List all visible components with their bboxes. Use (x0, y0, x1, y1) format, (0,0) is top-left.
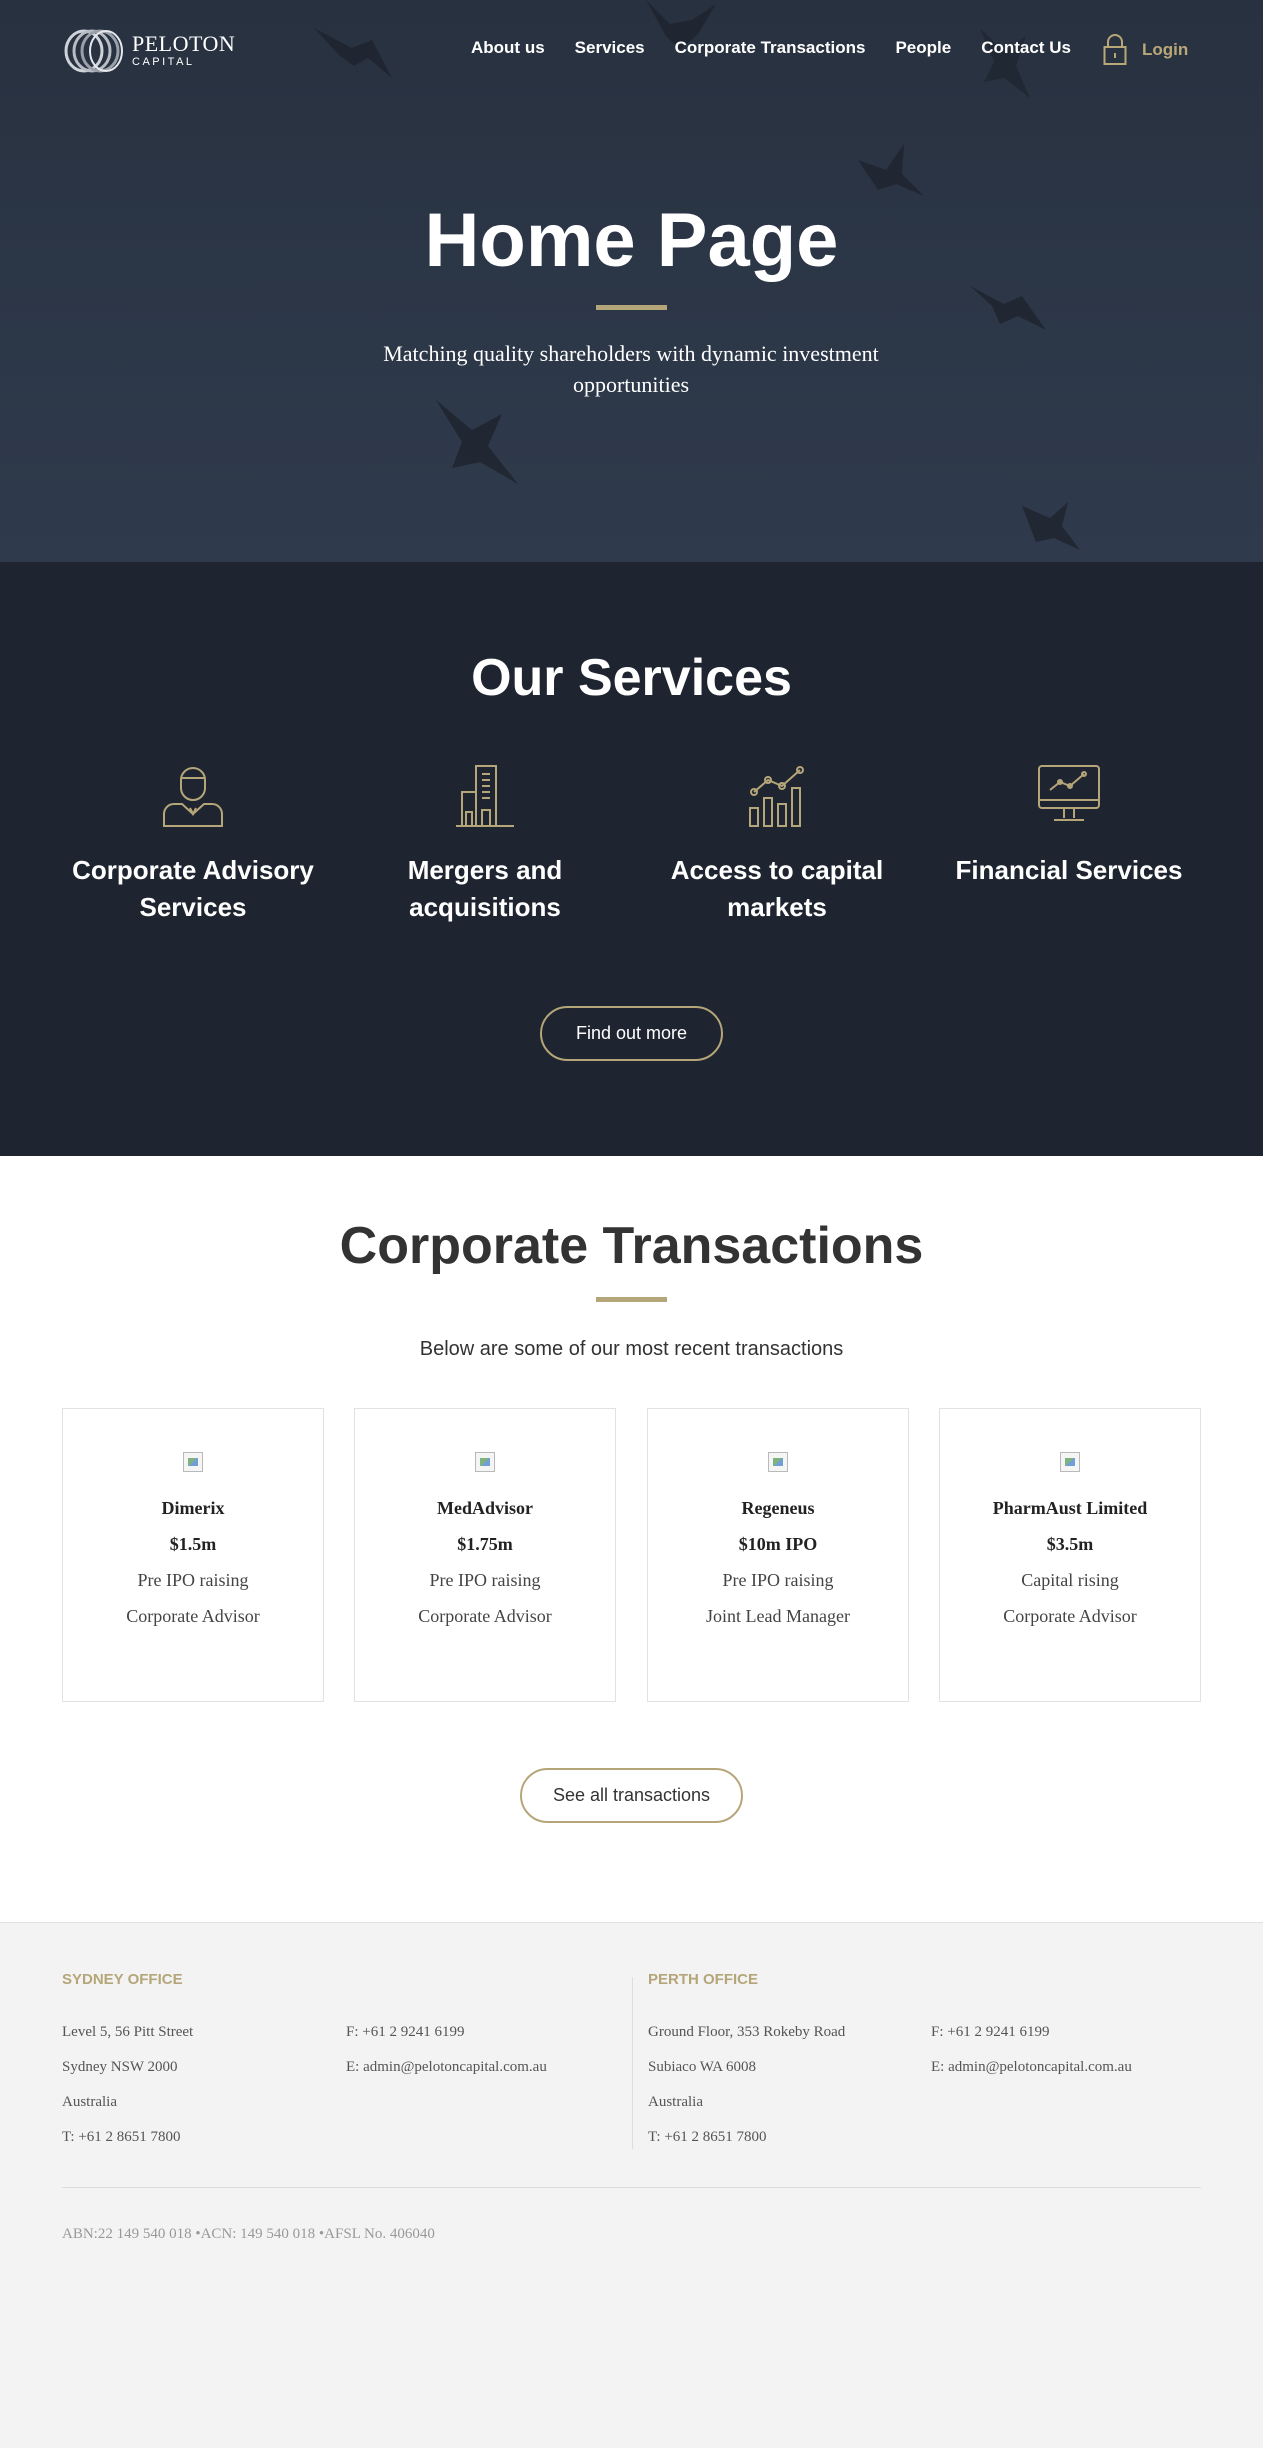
transaction-card[interactable]: Regeneus $10m IPO Pre IPO raising Joint … (647, 1408, 909, 1702)
transaction-amount: $10m IPO (738, 1534, 818, 1554)
transaction-amount: $1.5m (169, 1534, 217, 1554)
transaction-card[interactable]: PharmAust Limited $3.5m Capital rising C… (939, 1408, 1201, 1702)
service-corporate-advisory[interactable]: Corporate Advisory Services (48, 762, 338, 926)
logo-brand: PELOTON (132, 31, 236, 56)
top-navigation: PELOTON CAPITAL About us Services Corpor… (0, 0, 1263, 100)
sydney-address-line: Sydney NSW 2000 (62, 2059, 178, 2075)
broken-image-icon (183, 1452, 203, 1472)
sydney-address-line: Australia (62, 2094, 117, 2110)
advisor-icon (163, 767, 223, 827)
sydney-phone: T: +61 2 8651 7800 (62, 2129, 181, 2145)
services-heading: Our Services (471, 649, 792, 707)
nav-services[interactable]: Services (575, 38, 645, 58)
chart-icon (749, 766, 804, 827)
title-divider (596, 305, 667, 310)
perth-address-line: Australia (648, 2094, 703, 2110)
transaction-role: Joint Lead Manager (706, 1606, 850, 1626)
lock-icon (1103, 34, 1127, 65)
bird-icon (858, 144, 924, 196)
broken-image-icon (475, 1452, 495, 1472)
nav-contact-us[interactable]: Contact Us (981, 38, 1071, 58)
sydney-office-heading: SYDNEY OFFICE (62, 1971, 183, 1988)
perth-address-line: Subiaco WA 6008 (648, 2059, 757, 2075)
transaction-type: Pre IPO raising (137, 1570, 249, 1590)
broken-image-icon (768, 1452, 788, 1472)
perth-office-heading: PERTH OFFICE (648, 1971, 759, 1988)
transaction-amount: $3.5m (1046, 1534, 1094, 1554)
transactions-heading: Corporate Transactions (339, 1217, 924, 1275)
transaction-card[interactable]: Dimerix $1.5m Pre IPO raising Corporate … (62, 1408, 324, 1702)
service-mergers[interactable]: Mergers and acquisitions (340, 762, 630, 926)
broken-image-icon (1060, 1452, 1080, 1472)
nav-corporate-transactions[interactable]: Corporate Transactions (675, 38, 866, 58)
footer: SYDNEY OFFICE Level 5, 56 Pitt Street Sy… (0, 1922, 1263, 2448)
hero-section: PELOTON CAPITAL About us Services Corpor… (0, 0, 1263, 562)
service-financial[interactable]: Financial Services (924, 762, 1214, 889)
footer-divider (632, 1977, 633, 2149)
transaction-amount: $1.75m (457, 1534, 513, 1554)
bird-icon (970, 286, 1046, 330)
transaction-role: Corporate Advisor (126, 1606, 260, 1626)
perth-fax: F: +61 2 9241 6199 (931, 2024, 1050, 2040)
login-link[interactable]: Login (1103, 34, 1188, 66)
logo-sub: CAPITAL (132, 56, 195, 68)
service-label: Access to capital markets (670, 855, 884, 922)
sydney-fax: F: +61 2 9241 6199 (346, 2024, 465, 2040)
perth-email[interactable]: E: admin@pelotoncapital.com.au (931, 2057, 1132, 2077)
building-icon (456, 765, 514, 827)
nav-people[interactable]: People (895, 38, 951, 58)
transaction-name: PharmAust Limited (992, 1498, 1148, 1518)
transaction-name: Regeneus (741, 1498, 815, 1518)
service-label: Mergers and acquisitions (407, 855, 563, 922)
login-label: Login (1142, 40, 1189, 59)
bird-icon (436, 400, 518, 484)
transaction-type: Pre IPO raising (722, 1570, 834, 1590)
transaction-type: Pre IPO raising (429, 1570, 541, 1590)
monitor-chart-icon (1038, 765, 1100, 821)
transaction-type: Capital rising (1021, 1570, 1119, 1590)
service-label: Financial Services (955, 855, 1183, 885)
footer-horizontal-divider (62, 2187, 1201, 2188)
hero-subtitle: Matching quality shareholders with dynam… (383, 341, 879, 397)
main-menu: About us Services Corporate Transactions… (471, 38, 1071, 58)
transactions-section: Corporate Transactions Below are some of… (0, 1156, 1263, 1922)
transaction-role: Corporate Advisor (418, 1606, 552, 1626)
transaction-name: MedAdvisor (437, 1498, 533, 1518)
logo-rings-icon (64, 29, 123, 73)
perth-phone: T: +61 2 8651 7800 (648, 2129, 767, 2145)
nav-about-us[interactable]: About us (471, 38, 545, 58)
bird-icon (1022, 502, 1080, 550)
transactions-subtitle: Below are some of our most recent transa… (419, 1338, 844, 1360)
transactions-divider (596, 1297, 667, 1302)
service-capital-markets[interactable]: Access to capital markets (632, 762, 922, 926)
legal-text: ABN:22 149 540 018 •ACN: 149 540 018 •AF… (62, 2226, 435, 2242)
transaction-card[interactable]: MedAdvisor $1.75m Pre IPO raising Corpor… (354, 1408, 616, 1702)
transaction-role: Corporate Advisor (1003, 1606, 1137, 1626)
perth-address-line: Ground Floor, 353 Rokeby Road (648, 2024, 846, 2040)
page-title: Home Page (424, 198, 839, 283)
logo[interactable]: PELOTON CAPITAL (62, 28, 235, 74)
see-all-transactions-button[interactable]: See all transactions (520, 1768, 743, 1823)
sydney-email[interactable]: E: admin@pelotoncapital.com.au (346, 2057, 547, 2077)
services-section: Our Services Corporate Advisory Services… (0, 562, 1263, 1156)
find-out-more-button[interactable]: Find out more (540, 1006, 723, 1061)
sydney-address-line: Level 5, 56 Pitt Street (62, 2024, 194, 2040)
transaction-name: Dimerix (161, 1498, 225, 1518)
service-label: Corporate Advisory Services (72, 855, 314, 922)
